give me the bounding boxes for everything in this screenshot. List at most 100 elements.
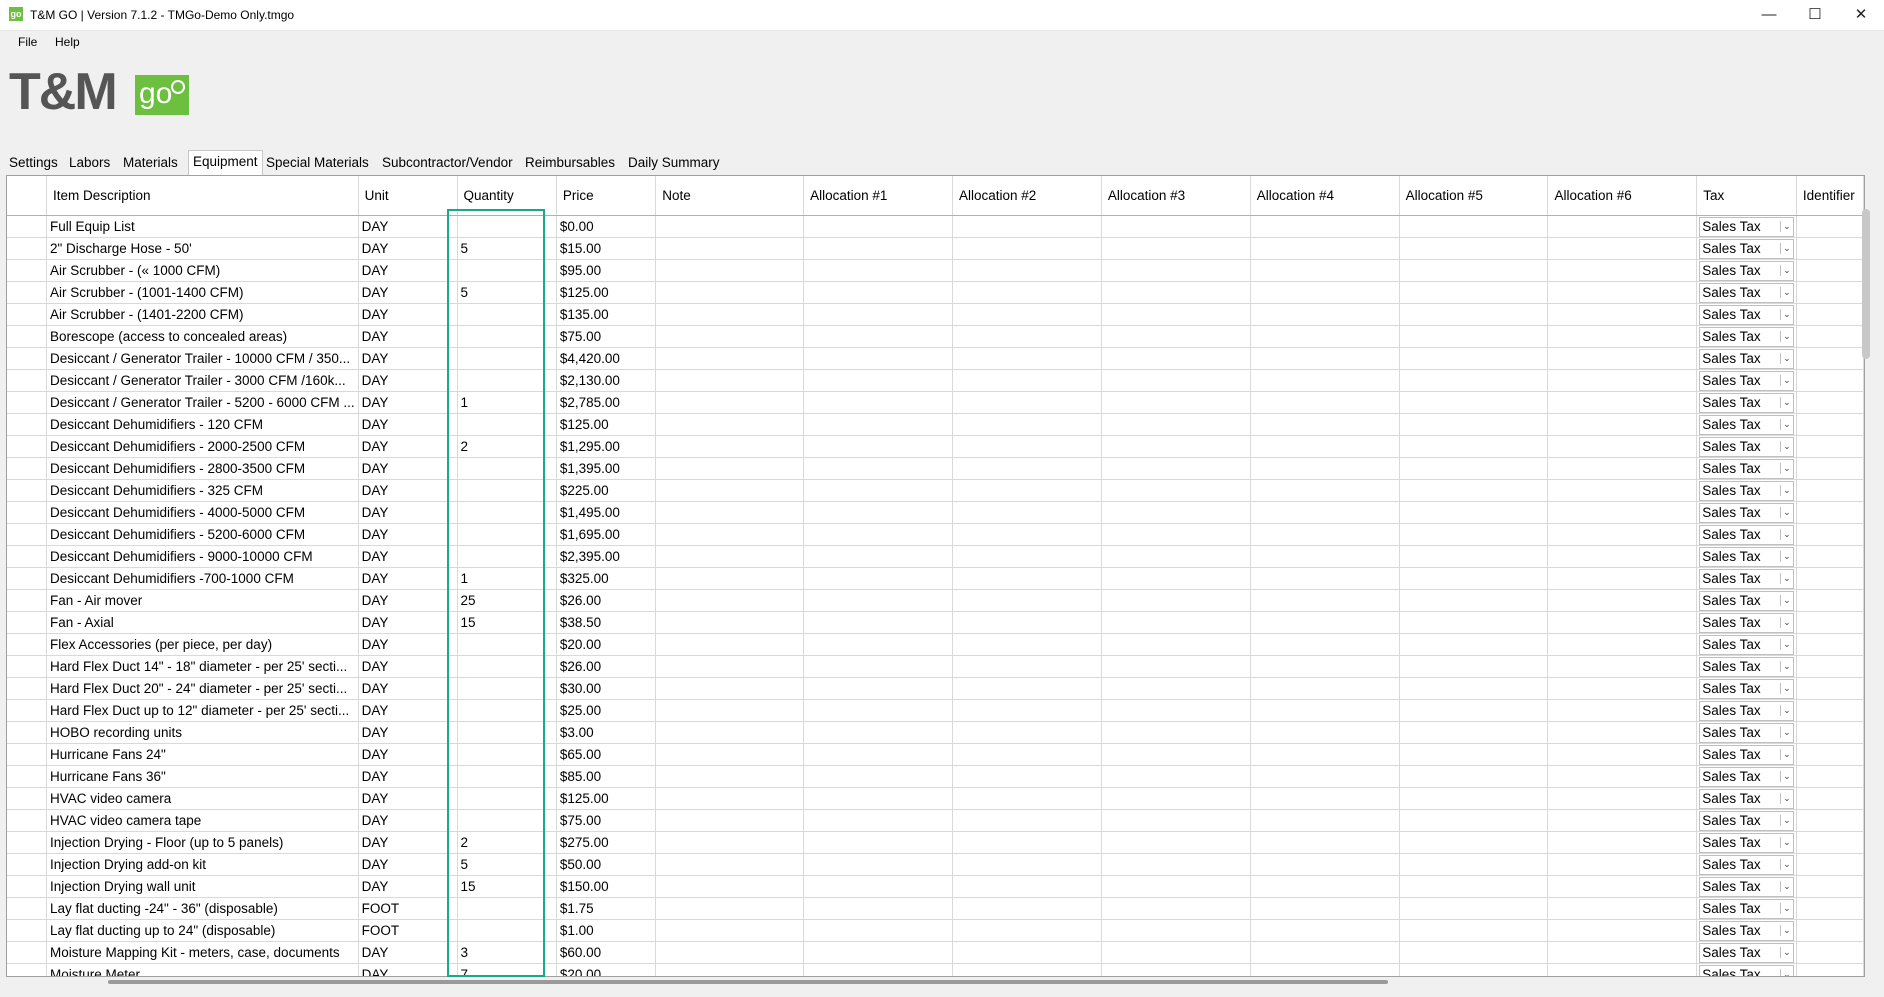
cell-allocation-2[interactable]	[952, 743, 1102, 766]
cell-allocation-3[interactable]	[1101, 765, 1251, 788]
cell-allocation-3[interactable]	[1101, 699, 1251, 722]
cell-price[interactable]: $0.00	[556, 215, 657, 238]
cell-allocation-6[interactable]	[1547, 215, 1698, 238]
col-header-identifier[interactable]: Identifier	[1796, 176, 1864, 216]
cell-allocation-1[interactable]	[803, 787, 953, 810]
cell-allocation-6[interactable]	[1547, 435, 1698, 458]
cell-allocation-1[interactable]	[803, 259, 953, 282]
col-header-allocation-5[interactable]: Allocation #5	[1399, 176, 1549, 216]
cell-allocation-3[interactable]	[1101, 787, 1251, 810]
cell-tax[interactable]: Sales Tax ⌄	[1696, 479, 1797, 502]
cell-allocation-3[interactable]	[1101, 347, 1251, 370]
cell-allocation-4[interactable]	[1250, 523, 1400, 546]
tax-select[interactable]: Sales Tax ⌄	[1699, 612, 1794, 633]
table-row[interactable]: Desiccant Dehumidifiers - 9000-10000 CFM…	[7, 545, 1864, 568]
cell-allocation-2[interactable]	[952, 809, 1102, 832]
table-row[interactable]: Lay flat ducting up to 24" (disposable) F…	[7, 919, 1864, 942]
cell-allocation-5[interactable]	[1399, 787, 1549, 810]
tax-select[interactable]: Sales Tax ⌄	[1699, 414, 1794, 435]
table-row[interactable]: Injection Drying add-on kit DAY 5 $50.00 Sal…	[7, 853, 1864, 876]
cell-price[interactable]: $95.00	[556, 259, 657, 282]
cell-allocation-6[interactable]	[1547, 457, 1698, 480]
cell-price[interactable]: $1.75	[556, 897, 657, 920]
tab-labors[interactable]: Labors	[69, 152, 110, 173]
cell-unit[interactable]: DAY	[358, 765, 458, 788]
cell-unit[interactable]: DAY	[358, 281, 458, 304]
cell-item-description[interactable]: Desiccant / Generator Trailer - 5200 - 6…	[46, 391, 359, 414]
row-selector-header[interactable]	[7, 176, 47, 216]
cell-note[interactable]	[655, 941, 805, 964]
cell-quantity[interactable]: 5	[457, 853, 557, 876]
chevron-down-icon[interactable]: ⌄	[1779, 463, 1793, 474]
cell-unit[interactable]: DAY	[358, 567, 458, 590]
cell-quantity[interactable]	[457, 545, 557, 568]
cell-unit[interactable]: DAY	[358, 413, 458, 436]
cell-item-description[interactable]: Air Scrubber - (1001-1400 CFM)	[46, 281, 359, 304]
cell-quantity[interactable]: 7	[457, 963, 557, 976]
cell-quantity[interactable]	[457, 413, 557, 436]
cell-quantity[interactable]	[457, 501, 557, 524]
tax-select[interactable]: Sales Tax ⌄	[1699, 304, 1794, 325]
cell-allocation-6[interactable]	[1547, 303, 1698, 326]
cell-allocation-5[interactable]	[1399, 677, 1549, 700]
cell-allocation-2[interactable]	[952, 237, 1102, 260]
cell-identifier[interactable]	[1796, 721, 1864, 744]
cell-note[interactable]	[655, 347, 805, 370]
cell-unit[interactable]: DAY	[358, 259, 458, 282]
cell-allocation-6[interactable]	[1547, 633, 1698, 656]
row-selector[interactable]	[7, 611, 47, 634]
cell-note[interactable]	[655, 259, 805, 282]
cell-quantity[interactable]: 2	[457, 435, 557, 458]
cell-item-description[interactable]: Flex Accessories (per piece, per day)	[46, 633, 359, 656]
cell-tax[interactable]: Sales Tax ⌄	[1696, 611, 1797, 634]
cell-unit[interactable]: DAY	[358, 875, 458, 898]
cell-item-description[interactable]: HVAC video camera tape	[46, 809, 359, 832]
cell-price[interactable]: $26.00	[556, 655, 657, 678]
cell-identifier[interactable]	[1796, 875, 1864, 898]
cell-item-description[interactable]: Desiccant Dehumidifiers - 5200-6000 CFM	[46, 523, 359, 546]
cell-allocation-5[interactable]	[1399, 699, 1549, 722]
cell-allocation-6[interactable]	[1547, 919, 1698, 942]
tax-select[interactable]: Sales Tax ⌄	[1699, 524, 1794, 545]
tax-select[interactable]: Sales Tax ⌄	[1699, 546, 1794, 567]
cell-allocation-2[interactable]	[952, 303, 1102, 326]
cell-identifier[interactable]	[1796, 457, 1864, 480]
tax-select[interactable]: Sales Tax ⌄	[1699, 854, 1794, 875]
cell-price[interactable]: $2,785.00	[556, 391, 657, 414]
cell-allocation-5[interactable]	[1399, 237, 1549, 260]
chevron-down-icon[interactable]: ⌄	[1779, 397, 1793, 408]
cell-tax[interactable]: Sales Tax ⌄	[1696, 325, 1797, 348]
cell-allocation-5[interactable]	[1399, 721, 1549, 744]
table-row[interactable]: Injection Drying wall unit DAY 15 $150.00 Sa…	[7, 875, 1864, 898]
table-row[interactable]: Fan - Axial DAY 15 $38.50 Sales Tax ⌄	[7, 611, 1864, 634]
cell-price[interactable]: $3.00	[556, 721, 657, 744]
cell-identifier[interactable]	[1796, 303, 1864, 326]
row-selector[interactable]	[7, 435, 47, 458]
cell-quantity[interactable]	[457, 787, 557, 810]
tax-select[interactable]: Sales Tax ⌄	[1699, 326, 1794, 347]
cell-allocation-3[interactable]	[1101, 897, 1251, 920]
cell-allocation-2[interactable]	[952, 523, 1102, 546]
cell-allocation-4[interactable]	[1250, 765, 1400, 788]
cell-allocation-4[interactable]	[1250, 941, 1400, 964]
row-selector[interactable]	[7, 787, 47, 810]
cell-price[interactable]: $26.00	[556, 589, 657, 612]
cell-allocation-1[interactable]	[803, 523, 953, 546]
tax-select[interactable]: Sales Tax ⌄	[1699, 656, 1794, 677]
cell-allocation-3[interactable]	[1101, 303, 1251, 326]
cell-note[interactable]	[655, 831, 805, 854]
cell-allocation-3[interactable]	[1101, 941, 1251, 964]
chevron-down-icon[interactable]: ⌄	[1779, 243, 1793, 254]
cell-allocation-1[interactable]	[803, 413, 953, 436]
cell-allocation-4[interactable]	[1250, 501, 1400, 524]
cell-allocation-6[interactable]	[1547, 831, 1698, 854]
cell-quantity[interactable]	[457, 809, 557, 832]
col-header-item-description[interactable]: Item Description	[46, 176, 359, 216]
tax-select[interactable]: Sales Tax ⌄	[1699, 436, 1794, 457]
cell-note[interactable]	[655, 633, 805, 656]
tax-select[interactable]: Sales Tax ⌄	[1699, 788, 1794, 809]
cell-item-description[interactable]: Desiccant Dehumidifiers - 9000-10000 CFM	[46, 545, 359, 568]
tax-select[interactable]: Sales Tax ⌄	[1699, 216, 1794, 237]
cell-unit[interactable]: DAY	[358, 479, 458, 502]
cell-note[interactable]	[655, 567, 805, 590]
